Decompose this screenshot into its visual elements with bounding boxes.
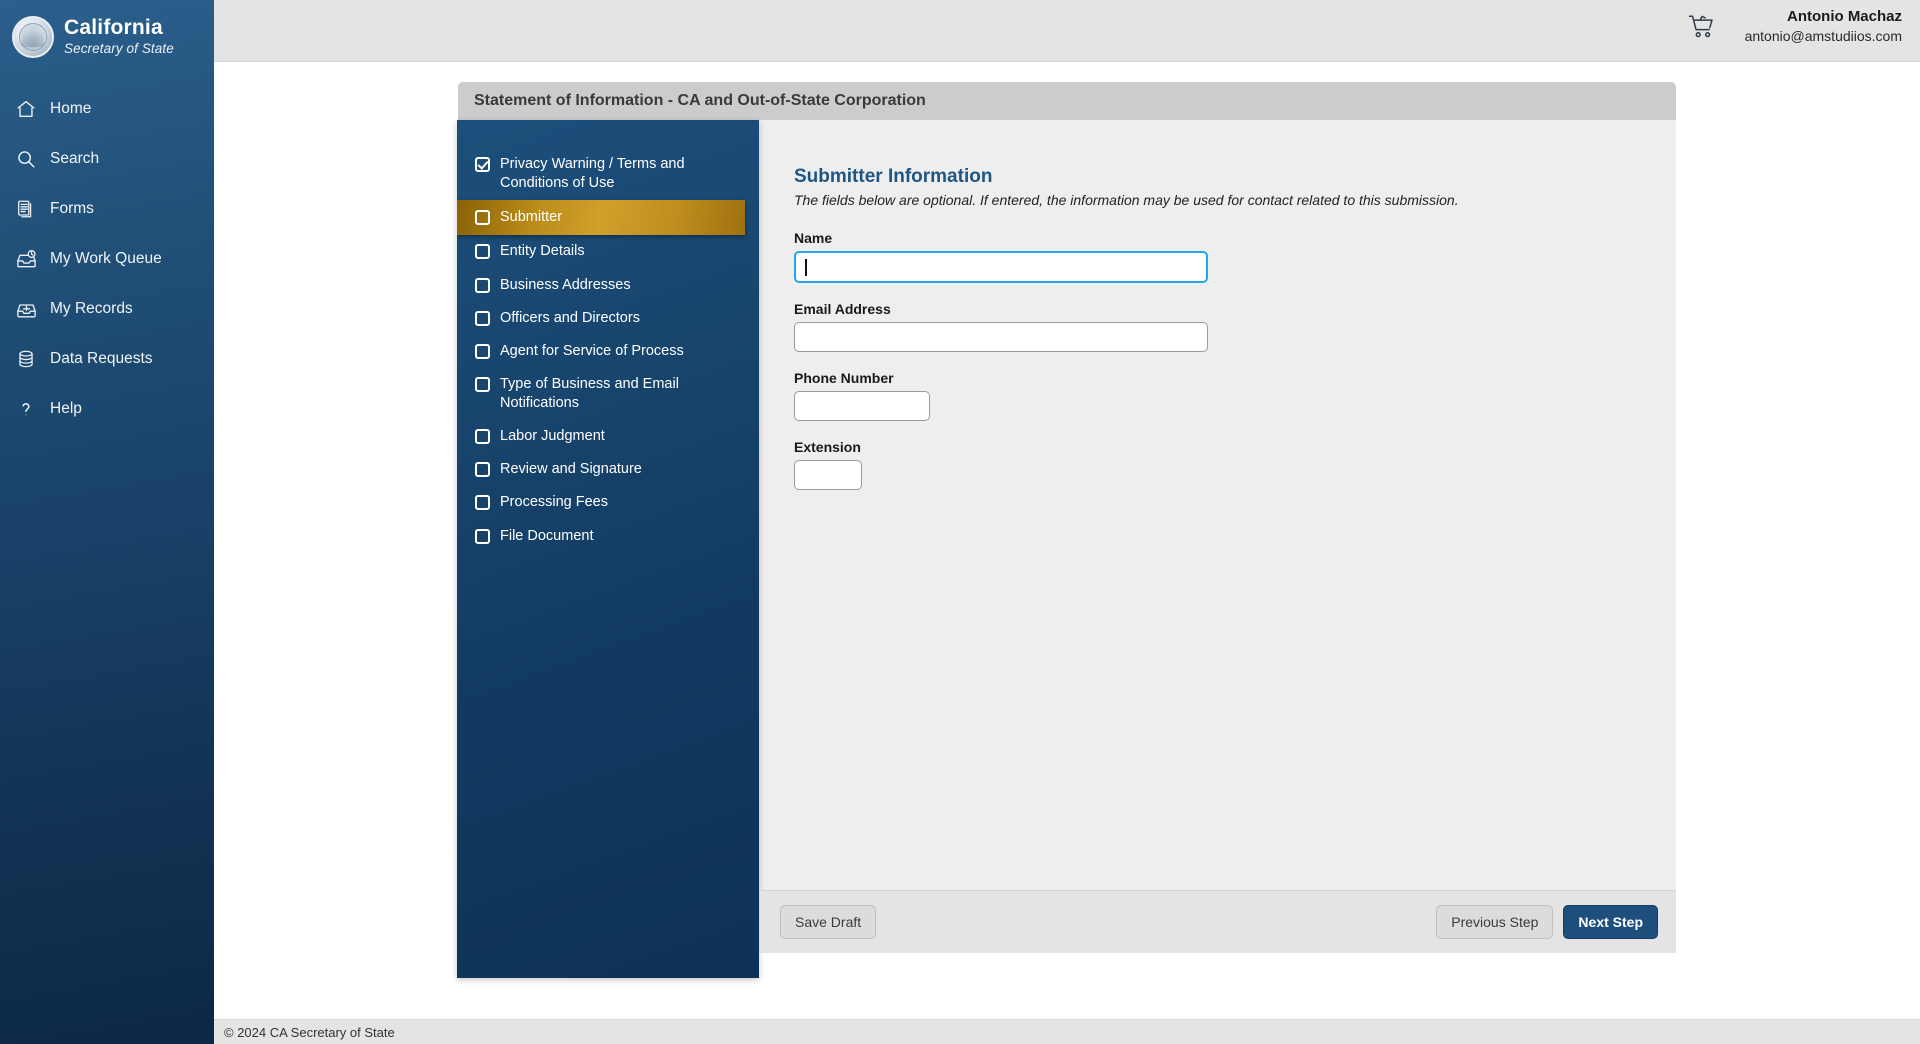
form-section-subtitle: The fields below are optional. If entere… xyxy=(794,192,1636,208)
step-item-label: Processing Fees xyxy=(500,493,614,512)
checkbox-icon xyxy=(475,462,490,477)
field-label-name: Name xyxy=(794,230,1636,246)
page-footer: © 2024 CA Secretary of State xyxy=(214,1019,1920,1044)
brand-subtitle: Secretary of State xyxy=(64,42,174,56)
step-item-processing-fees[interactable]: Processing Fees xyxy=(457,486,759,519)
page-title: Statement of Information - CA and Out-of… xyxy=(474,92,926,110)
checkbox-icon xyxy=(475,311,490,326)
forms-icon xyxy=(14,197,38,221)
checkbox-icon xyxy=(475,495,490,510)
sidebar-item-label: Forms xyxy=(50,200,94,218)
step-item-label: File Document xyxy=(500,527,599,546)
form-section-title: Submitter Information xyxy=(794,166,1636,188)
work-queue-icon xyxy=(14,247,38,271)
field-phone-number: Phone Number xyxy=(794,370,1636,421)
sidebar-item-label: My Records xyxy=(50,300,133,318)
brand-logo[interactable]: California Secretary of State xyxy=(0,0,214,62)
field-label-phone: Phone Number xyxy=(794,370,1636,386)
content-region: Statement of Information - CA and Out-of… xyxy=(214,62,1920,1019)
checkbox-icon xyxy=(475,244,490,259)
checkbox-checked-icon xyxy=(475,157,490,172)
california-state-seal-icon xyxy=(12,16,54,58)
field-label-extension: Extension xyxy=(794,439,1636,455)
brand-title: California xyxy=(64,17,174,39)
database-icon xyxy=(14,347,38,371)
sidebar-item-label: My Work Queue xyxy=(50,250,162,268)
topbar-right-group: Antonio Machaz antonio@amstudiios.com xyxy=(1685,8,1902,45)
step-navigation-panel: Privacy Warning / Terms and Conditions o… xyxy=(457,120,759,978)
submitter-form: Submitter Information The fields below a… xyxy=(760,120,1676,890)
user-email: antonio@amstudiios.com xyxy=(1745,28,1902,46)
step-item-submitter[interactable]: Submitter xyxy=(457,200,745,235)
step-item-label: Agent for Service of Process xyxy=(500,342,690,361)
sidebar-item-search[interactable]: Search xyxy=(0,134,214,184)
sidebar-item-label: Help xyxy=(50,400,82,418)
field-extension: Extension xyxy=(794,439,1636,490)
field-email-address: Email Address xyxy=(794,301,1636,352)
user-account-block[interactable]: Antonio Machaz antonio@amstudiios.com xyxy=(1745,8,1902,45)
step-item-label: Entity Details xyxy=(500,242,591,261)
brand-text: California Secretary of State xyxy=(64,17,174,56)
step-item-file-document[interactable]: File Document xyxy=(457,520,759,553)
checkbox-icon xyxy=(475,210,490,225)
next-step-button[interactable]: Next Step xyxy=(1563,905,1658,939)
step-item-agent-for-service-of-process[interactable]: Agent for Service of Process xyxy=(457,335,759,368)
topbar: Antonio Machaz antonio@amstudiios.com xyxy=(214,0,1920,62)
home-icon xyxy=(14,97,38,121)
form-card: Statement of Information - CA and Out-of… xyxy=(458,82,1676,953)
step-item-label: Officers and Directors xyxy=(500,309,646,328)
user-name: Antonio Machaz xyxy=(1745,8,1902,27)
sidebar-item-my-records[interactable]: My Records xyxy=(0,284,214,334)
previous-step-button[interactable]: Previous Step xyxy=(1436,905,1553,939)
step-item-entity-details[interactable]: Entity Details xyxy=(457,235,759,268)
field-label-email: Email Address xyxy=(794,301,1636,317)
email-address-input[interactable] xyxy=(794,322,1208,352)
form-action-bar: Save Draft Previous Step Next Step xyxy=(760,890,1676,953)
name-input[interactable] xyxy=(794,251,1208,283)
phone-number-input[interactable] xyxy=(794,391,930,421)
records-tray-icon xyxy=(14,297,38,321)
sidebar-item-label: Search xyxy=(50,150,99,168)
form-card-body: Privacy Warning / Terms and Conditions o… xyxy=(458,120,1676,953)
sidebar-nav: Home Search Forms xyxy=(0,84,214,434)
save-draft-button[interactable]: Save Draft xyxy=(780,905,876,939)
step-item-business-addresses[interactable]: Business Addresses xyxy=(457,269,759,302)
step-item-officers-and-directors[interactable]: Officers and Directors xyxy=(457,302,759,335)
step-item-type-of-business[interactable]: Type of Business and Email Notifications xyxy=(457,368,759,420)
step-item-privacy-warning[interactable]: Privacy Warning / Terms and Conditions o… xyxy=(457,148,759,200)
sidebar-item-my-work-queue[interactable]: My Work Queue xyxy=(0,234,214,284)
step-item-label: Privacy Warning / Terms and Conditions o… xyxy=(500,155,747,193)
form-card-header: Statement of Information - CA and Out-of… xyxy=(458,82,1676,120)
name-input-wrapper xyxy=(794,251,1208,283)
question-mark-icon xyxy=(14,397,38,421)
extension-input[interactable] xyxy=(794,460,862,490)
shopping-cart-icon[interactable] xyxy=(1685,10,1719,44)
sidebar-item-label: Data Requests xyxy=(50,350,153,368)
checkbox-icon xyxy=(475,278,490,293)
sidebar-item-data-requests[interactable]: Data Requests xyxy=(0,334,214,384)
step-item-labor-judgment[interactable]: Labor Judgment xyxy=(457,420,759,453)
step-item-label: Type of Business and Email Notifications xyxy=(500,375,747,413)
step-item-review-and-signature[interactable]: Review and Signature xyxy=(457,453,759,486)
step-item-label: Labor Judgment xyxy=(500,427,611,446)
step-item-label: Business Addresses xyxy=(500,276,637,295)
sidebar-item-label: Home xyxy=(50,100,91,118)
text-cursor xyxy=(805,259,807,276)
sidebar-item-home[interactable]: Home xyxy=(0,84,214,134)
checkbox-icon xyxy=(475,429,490,444)
sidebar-item-forms[interactable]: Forms xyxy=(0,184,214,234)
search-icon xyxy=(14,147,38,171)
field-name: Name xyxy=(794,230,1636,283)
step-item-label: Review and Signature xyxy=(500,460,648,479)
seal-inner-emblem xyxy=(22,31,44,47)
checkbox-icon xyxy=(475,344,490,359)
checkbox-icon xyxy=(475,529,490,544)
copyright-text: © 2024 CA Secretary of State xyxy=(224,1025,395,1040)
sidebar-item-help[interactable]: Help xyxy=(0,384,214,434)
sidebar: California Secretary of State Home xyxy=(0,0,214,1044)
checkbox-icon xyxy=(475,377,490,392)
application-root: California Secretary of State Home xyxy=(0,0,1920,1044)
step-item-label: Submitter xyxy=(500,208,568,227)
